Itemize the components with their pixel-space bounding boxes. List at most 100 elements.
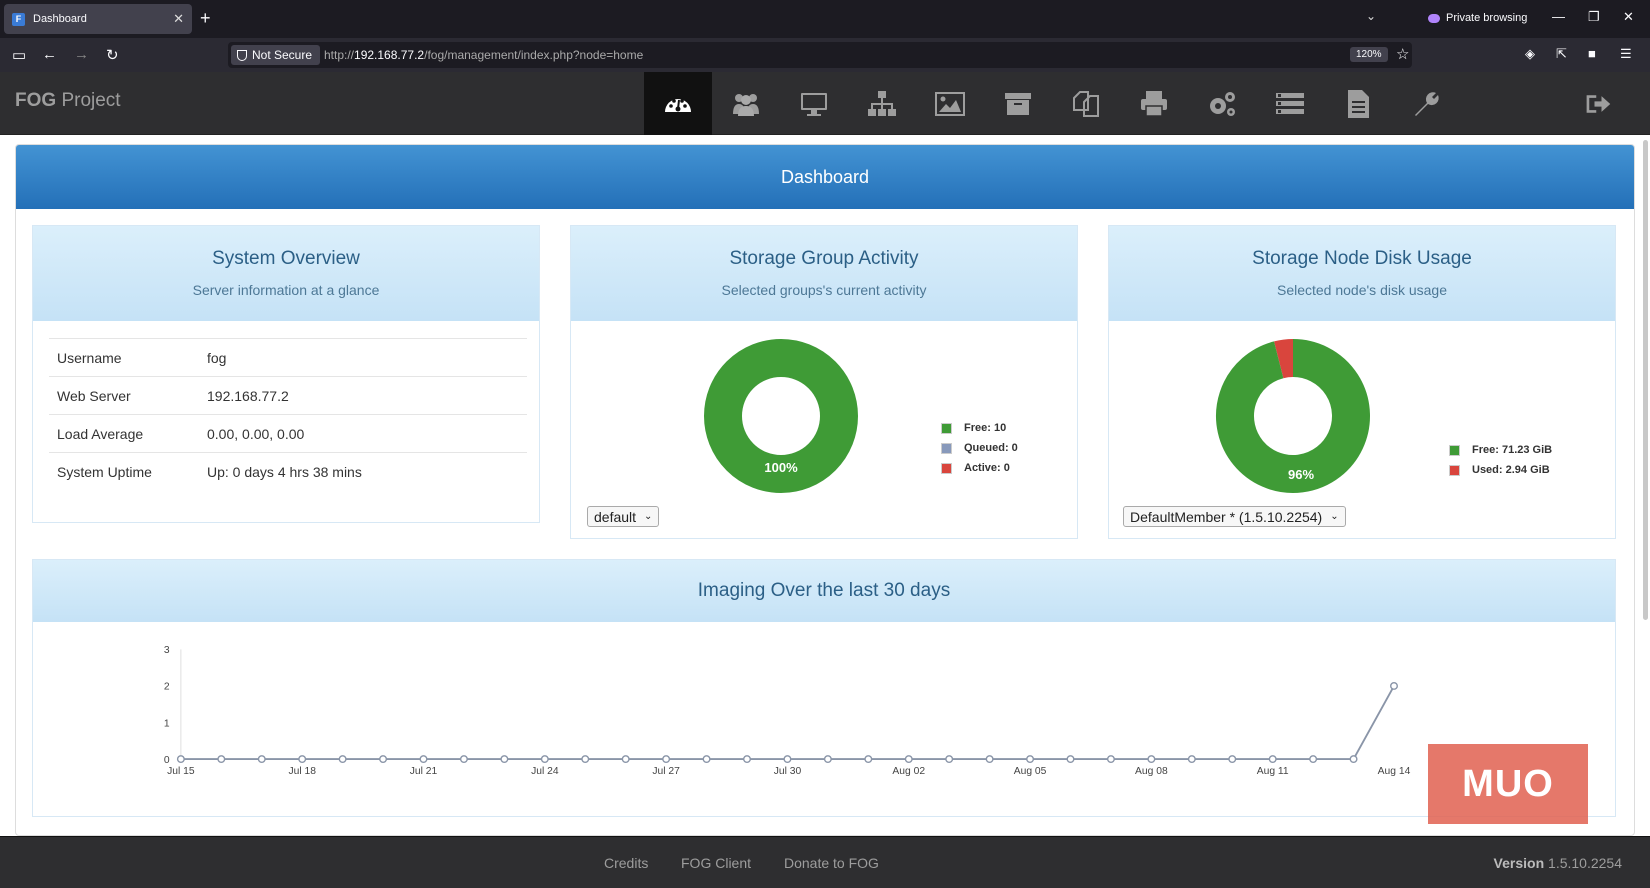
menu-images[interactable] xyxy=(916,72,984,135)
data-point[interactable] xyxy=(823,755,832,764)
data-point[interactable] xyxy=(257,755,266,764)
data-point[interactable] xyxy=(298,755,307,764)
not-secure-badge[interactable]: Not Secure xyxy=(231,45,321,65)
legend-label: Free: 10 xyxy=(964,422,1007,434)
data-point[interactable] xyxy=(783,755,792,764)
data-point[interactable] xyxy=(540,755,549,764)
restore-icon[interactable]: ❐ xyxy=(1588,9,1600,25)
printers-icon xyxy=(1141,90,1167,117)
not-secure-label: Not Secure xyxy=(252,48,313,62)
row-key: Username xyxy=(57,349,122,366)
url-text[interactable]: http://192.168.77.2/fog/management/index… xyxy=(324,48,643,62)
data-point[interactable] xyxy=(581,755,590,764)
legend-swatch xyxy=(941,462,952,474)
row-value: Up: 0 days 4 hrs 38 mins xyxy=(207,463,362,480)
data-point[interactable] xyxy=(1106,755,1115,764)
zoom-badge[interactable]: 120% xyxy=(1350,47,1388,62)
menu-storage[interactable] xyxy=(984,72,1052,135)
data-point[interactable] xyxy=(864,755,873,764)
credits-link[interactable]: Credits xyxy=(604,855,648,871)
menu-settings[interactable] xyxy=(1392,72,1460,135)
menu-reports[interactable] xyxy=(1324,72,1392,135)
menu-snapins[interactable] xyxy=(1052,72,1120,135)
url-host: 192.168.77.2 xyxy=(354,48,425,62)
data-point[interactable] xyxy=(1147,755,1156,764)
data-point[interactable] xyxy=(459,755,468,764)
x-tick-label: Aug 11 xyxy=(1257,766,1289,777)
overview-table: Username fog Web Server 192.168.77.2 Load … xyxy=(49,338,527,490)
data-point[interactable] xyxy=(1066,755,1075,764)
data-point[interactable] xyxy=(217,755,226,764)
storage-group-select[interactable]: default ⌄ xyxy=(587,506,660,527)
menu-tasks[interactable] xyxy=(1256,72,1324,135)
fog-header: FOG Project xyxy=(0,72,1650,135)
data-point[interactable] xyxy=(662,755,671,764)
close-window-icon[interactable]: ✕ xyxy=(1623,9,1634,25)
reload-icon[interactable]: ↻ xyxy=(106,46,119,64)
settings-wrench-icon xyxy=(1415,91,1439,116)
x-tick-label: Aug 08 xyxy=(1135,766,1168,777)
fog-client-link[interactable]: FOG Client xyxy=(681,855,751,871)
close-tab-icon[interactable]: ✕ xyxy=(173,11,184,27)
url-path: /fog/management/index.php?node=home xyxy=(424,48,644,62)
data-point[interactable] xyxy=(419,755,428,764)
main-menu xyxy=(644,72,1460,135)
share-icon[interactable]: ⇱ xyxy=(1556,46,1567,62)
table-row: Username fog xyxy=(49,338,527,376)
logout-icon[interactable] xyxy=(1584,90,1612,118)
menu-groups[interactable] xyxy=(848,72,916,135)
sidebar-toggle-icon[interactable]: ▭ xyxy=(12,46,26,64)
data-point[interactable] xyxy=(379,755,388,764)
data-point[interactable] xyxy=(621,755,630,764)
back-icon[interactable]: ← xyxy=(42,46,57,63)
y-tick-label: 3 xyxy=(164,645,170,656)
data-point[interactable] xyxy=(1309,755,1318,764)
data-point[interactable] xyxy=(176,755,185,764)
storage-archive-icon xyxy=(1005,92,1031,115)
series-line xyxy=(180,685,1395,760)
data-point[interactable] xyxy=(985,755,994,764)
url-prefix: http:// xyxy=(324,48,355,62)
data-point[interactable] xyxy=(1268,755,1277,764)
data-point[interactable] xyxy=(904,755,913,764)
data-point[interactable] xyxy=(1390,681,1398,690)
legend-item: Queued: 0 xyxy=(941,442,1018,454)
data-point[interactable] xyxy=(945,755,954,764)
y-tick-label: 1 xyxy=(164,718,170,729)
menu-hosts[interactable] xyxy=(780,72,848,135)
data-point[interactable] xyxy=(1228,755,1237,764)
menu-service[interactable] xyxy=(1188,72,1256,135)
menu-hamburger-icon[interactable]: ☰ xyxy=(1620,46,1632,62)
row-key: Web Server xyxy=(57,387,131,404)
disk-usage-donut: 96% xyxy=(1216,339,1370,493)
donate-link[interactable]: Donate to FOG xyxy=(784,855,879,871)
browser-tab[interactable]: F Dashboard ✕ xyxy=(4,4,192,34)
page-scrollbar[interactable] xyxy=(1643,140,1648,620)
menu-printers[interactable] xyxy=(1120,72,1188,135)
bookmark-star-icon[interactable]: ☆ xyxy=(1396,45,1409,63)
forward-icon[interactable]: → xyxy=(74,46,89,63)
storage-node-select[interactable]: DefaultMember * (1.5.10.2254) ⌄ xyxy=(1123,506,1346,527)
data-point[interactable] xyxy=(1026,755,1035,764)
brand-logo[interactable]: FOG Project xyxy=(15,90,121,112)
version-value: 1.5.10.2254 xyxy=(1548,855,1622,871)
menu-dashboard[interactable] xyxy=(644,72,712,135)
list-tabs-chevron-icon[interactable]: ⌄ xyxy=(1366,9,1376,23)
data-point[interactable] xyxy=(743,755,751,764)
data-point[interactable] xyxy=(500,755,509,764)
private-mask-icon xyxy=(1428,13,1440,23)
data-point[interactable] xyxy=(702,755,711,764)
extension-icon[interactable]: ◈ xyxy=(1525,46,1535,62)
data-point[interactable] xyxy=(1349,755,1358,764)
donut-percent-label: 100% xyxy=(764,460,798,475)
panel-header: Imaging Over the last 30 days xyxy=(33,560,1615,622)
url-bar[interactable]: Not Secure http://192.168.77.2/fog/manag… xyxy=(228,42,1412,68)
addon-icon[interactable]: ■ xyxy=(1588,46,1596,61)
row-key: System Uptime xyxy=(57,463,152,480)
data-point[interactable] xyxy=(338,755,347,764)
menu-users[interactable] xyxy=(712,72,780,135)
minimize-icon[interactable]: — xyxy=(1552,9,1565,24)
new-tab-icon[interactable]: + xyxy=(200,8,211,29)
data-point[interactable] xyxy=(1187,755,1196,764)
legend-swatch xyxy=(941,422,952,434)
